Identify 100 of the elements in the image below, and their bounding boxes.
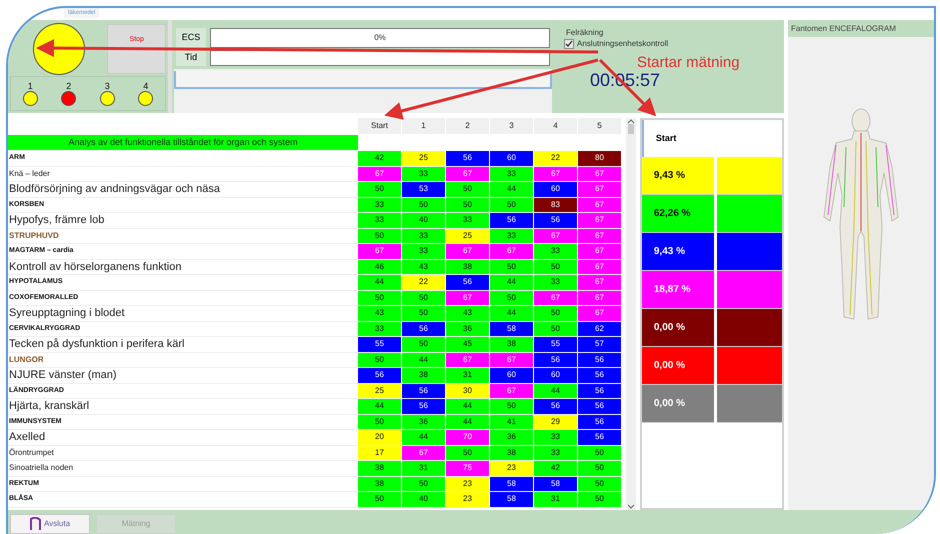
table-cell: 23: [446, 492, 489, 506]
scroll-down-icon[interactable]: [626, 504, 635, 510]
table-cell: 50: [534, 322, 577, 336]
table-cell: 44: [490, 275, 533, 290]
column-header[interactable]: 3: [490, 118, 533, 134]
table-title: Analys av det funktionella tillståndet för organ och system: [8, 135, 358, 150]
field-label: Tid: [176, 50, 206, 66]
table-cell: 67: [358, 244, 401, 258]
table-cell: 56: [490, 213, 533, 228]
table-cell: 33: [358, 198, 401, 212]
table-cell: 41: [490, 414, 533, 429]
table-cell: 50: [446, 198, 489, 212]
table-cell: 33: [402, 228, 445, 243]
channel-number: 2: [66, 81, 72, 91]
table-cell: 56: [402, 399, 445, 414]
table-cell: 44: [490, 306, 533, 320]
log-field[interactable]: [174, 71, 552, 89]
table-cell: 67: [578, 244, 621, 258]
table-cell: 67: [446, 244, 489, 258]
table-cell: 58: [490, 476, 533, 491]
summary-cell: 62,26 %: [642, 195, 714, 233]
summary-cell: 0,00 %: [642, 347, 714, 385]
table-cell: 25: [358, 384, 401, 398]
table-cell: 33: [490, 228, 533, 243]
table-cell: 56: [578, 352, 621, 367]
summary-cell: 0,00 %: [642, 309, 714, 347]
table-cell: 33: [534, 275, 577, 290]
table-cell: 62: [578, 322, 621, 336]
row-label: Sinoatriella noden: [9, 462, 74, 474]
table-cell: 60: [534, 368, 577, 382]
table-cell: 60: [534, 182, 577, 196]
table-cell: 50: [402, 476, 445, 491]
column-header[interactable]: 1: [402, 118, 445, 134]
table-cell: 38: [358, 476, 401, 491]
table-cell: 56: [446, 275, 489, 290]
checkmark-icon: [565, 40, 573, 48]
table-cell: 50: [402, 198, 445, 212]
table-cell: 56: [534, 213, 577, 228]
table-cell: 56: [578, 368, 621, 382]
summary-cell: 0,00 %: [642, 385, 714, 423]
column-header[interactable]: 2: [446, 118, 489, 134]
row-label: Tecken på dysfunktion i perifera kärl: [9, 337, 184, 352]
table-cell: 67: [490, 244, 533, 258]
summary-cell: 9,43 %: [642, 233, 714, 271]
table-cell: 67: [446, 166, 489, 181]
table-cell: 56: [578, 414, 621, 429]
table-cell: 31: [402, 461, 445, 476]
table-cell: 56: [534, 399, 577, 414]
table-cell: 31: [446, 368, 489, 382]
column-header[interactable]: 4: [534, 118, 577, 134]
channel-number: 1: [28, 81, 33, 91]
table-cell: 22: [534, 151, 577, 166]
checkbox-label[interactable]: Anslutningsenhetskontroll: [577, 38, 668, 50]
table-cell: 38: [490, 446, 533, 460]
group-label: Felräkning: [565, 28, 604, 38]
table-cell: 80: [578, 151, 621, 166]
table-cell: 33: [490, 166, 533, 181]
table-cell: 58: [534, 476, 577, 491]
row-label: STRUPHUVD: [9, 230, 59, 242]
table-cell: 56: [402, 322, 445, 336]
table-cell: 55: [358, 337, 401, 352]
table-cell: 33: [402, 244, 445, 258]
table-cell: 67: [446, 290, 489, 305]
exit-button[interactable]: Avsluta: [10, 514, 90, 534]
table-cell: 50: [578, 461, 621, 476]
table-cell: 67: [402, 446, 445, 460]
table-cell: 42: [358, 151, 401, 166]
table-cell: 56: [358, 368, 401, 382]
table-cell: 58: [490, 322, 533, 336]
table-cell: 67: [578, 228, 621, 243]
table-cell: 40: [402, 213, 445, 228]
table-cell: 33: [534, 446, 577, 460]
column-header[interactable]: 5: [578, 118, 621, 134]
table-cell: 23: [490, 461, 533, 476]
table-cell: 44: [490, 182, 533, 196]
table-cell: 44: [358, 399, 401, 414]
scroll-up-icon[interactable]: [626, 118, 635, 124]
annotation-text: Startar mätning: [637, 54, 740, 72]
table-cell: 50: [402, 306, 445, 320]
table-cell: 67: [534, 228, 577, 243]
column-header[interactable]: Start: [358, 118, 401, 134]
table-cell: 58: [490, 492, 533, 506]
channel-number: 4: [143, 81, 148, 91]
table-cell: 33: [358, 322, 401, 336]
checkbox[interactable]: [564, 39, 574, 49]
row-label: NJURE vänster (man): [9, 368, 117, 383]
table-cell: 20: [358, 430, 401, 444]
table-cell: 70: [446, 430, 489, 444]
row-label: Blodförsörjning av andningsvägar och näsa: [9, 182, 220, 197]
table-cell: 50: [490, 198, 533, 212]
table-cell: 44: [446, 399, 489, 414]
scroll-thumb[interactable]: [628, 124, 634, 134]
table-cell: 44: [402, 430, 445, 444]
table-cell: 45: [446, 337, 489, 352]
field-label: ECS: [176, 28, 206, 48]
table-cell: 43: [358, 306, 401, 320]
table-cell: 33: [534, 244, 577, 258]
row-label: LUNGOR: [9, 354, 44, 366]
table-cell: 67: [578, 182, 621, 196]
table-cell: 29: [534, 414, 577, 429]
